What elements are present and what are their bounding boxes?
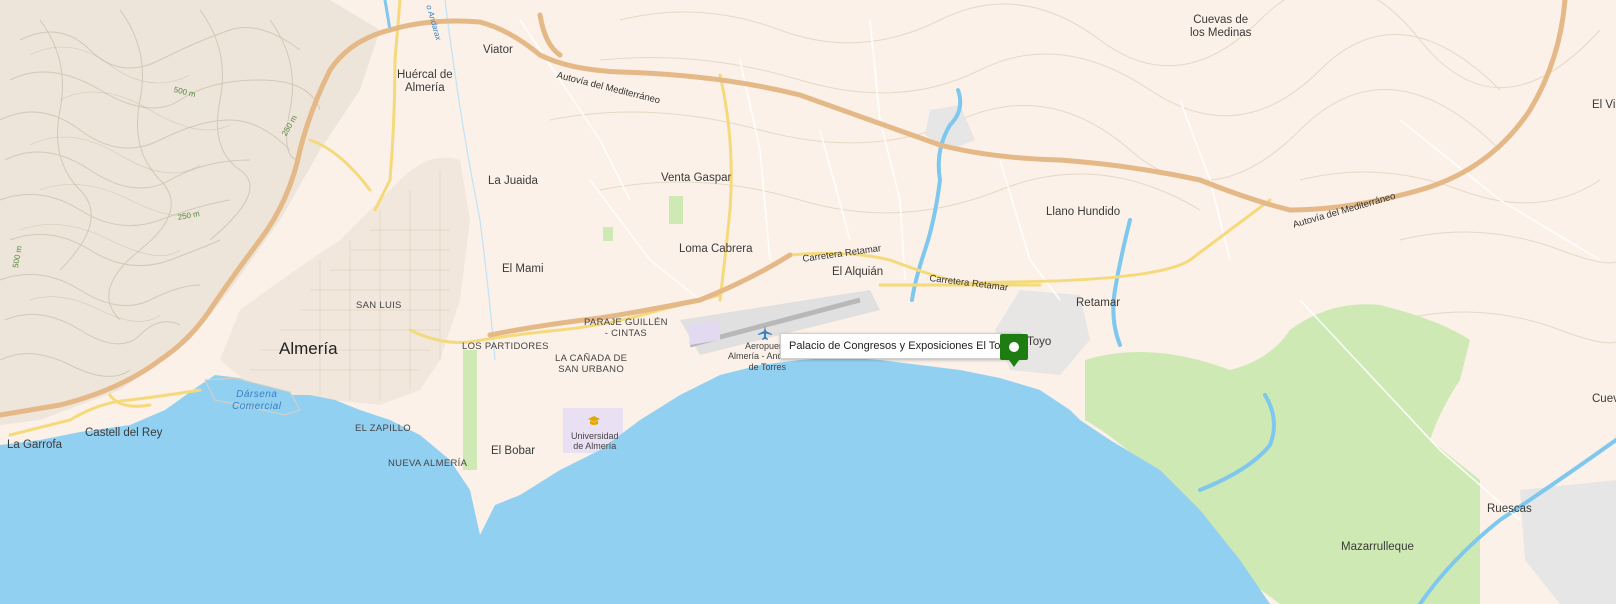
label-la-juaida: La Juaida: [488, 175, 538, 187]
label-retamar: Retamar: [1076, 297, 1121, 309]
airport-icon: [758, 326, 772, 340]
label-viator: Viator: [483, 44, 513, 56]
map-base-layer: [0, 0, 1616, 604]
label-la-garrofa: La Garrofa: [7, 439, 62, 451]
label-cuevas-de-los-medinas: Cuevas de los Medinas: [1190, 14, 1252, 40]
label-llano-hundido: Llano Hundido: [1046, 206, 1121, 218]
label-huercal-de-almeria: Huércal de Almería: [397, 69, 453, 95]
label-castell-del-rey: Castell del Rey: [85, 427, 163, 439]
place-popup[interactable]: Palacio de Congresos y Exposiciones El T…: [780, 333, 1021, 359]
label-ruescas: Ruescas: [1487, 503, 1532, 515]
label-venta-gaspar: Venta Gaspar: [661, 172, 732, 184]
university-icon: [588, 416, 600, 425]
sea: [0, 357, 1270, 604]
label-darsena-comercial: Dársena Comercial: [232, 389, 282, 412]
location-pin-icon[interactable]: [999, 333, 1029, 369]
label-paraje-guillen-cintas: PARAJE GUILLÉN - CINTAS: [584, 317, 668, 339]
label-la-canada-de-san-urbano: LA CAÑADA DE SAN URBANO: [555, 353, 628, 375]
label-toyo: Toyo: [1027, 336, 1052, 348]
label-el-alquian: El Alquián: [832, 266, 884, 278]
label-el-bobar: El Bobar: [491, 445, 536, 457]
label-el-mami: El Mami: [502, 263, 544, 275]
label-universidad-de-almeria: Universidad de Almería: [571, 431, 619, 452]
label-san-luis: SAN LUIS: [356, 300, 402, 311]
label-los-partidores: LOS PARTIDORES: [462, 341, 549, 352]
label-almeria: Almería: [279, 339, 338, 358]
label-el-zapillo: EL ZAPILLO: [355, 423, 411, 434]
label-el-viso: El Vis: [1592, 99, 1616, 111]
label-mazarrulleque: Mazarrulleque: [1341, 541, 1414, 553]
label-nueva-almeria: NUEVA ALMERÍA: [388, 458, 468, 469]
label-loma-cabrera: Loma Cabrera: [679, 243, 753, 255]
label-cueva: Cuev: [1592, 393, 1616, 405]
map-canvas[interactable]: Almería Huércal de Almería Viator Cuevas…: [0, 0, 1616, 604]
